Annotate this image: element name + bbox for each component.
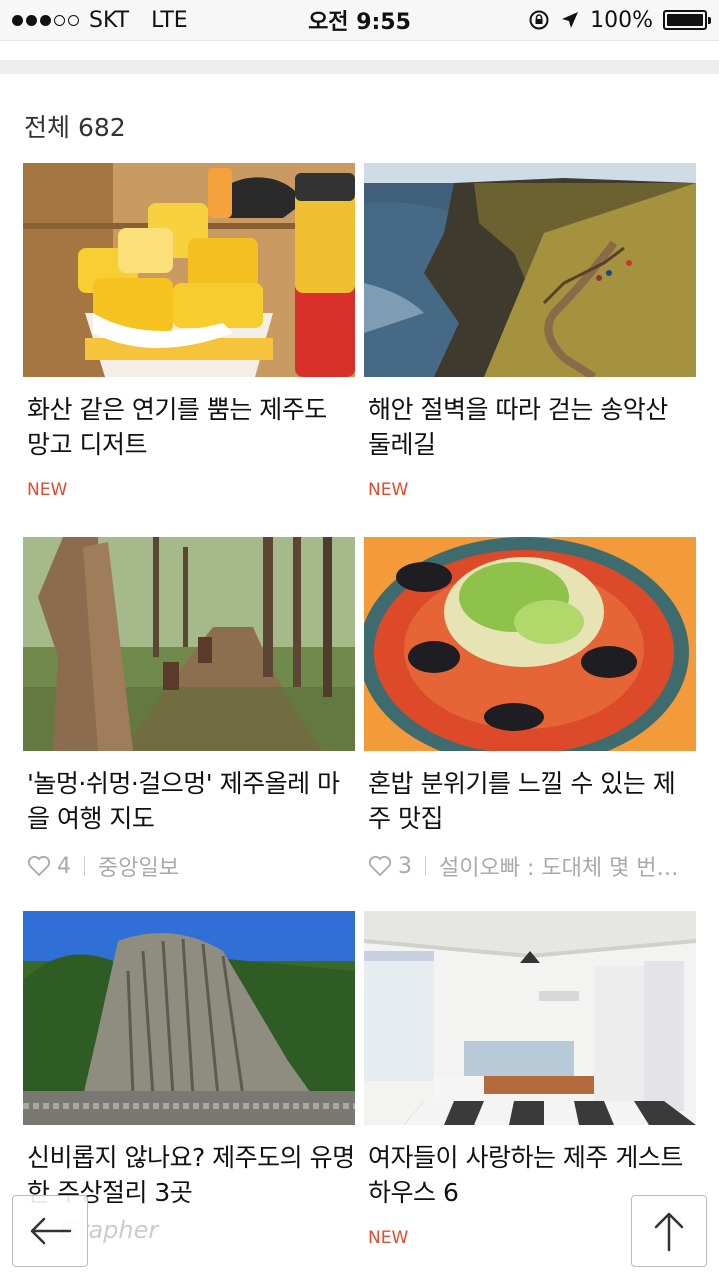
article-title[interactable]: 화산 같은 연기를 뿜는 제주도 망고 디저트: [23, 392, 355, 462]
scroll-top-button[interactable]: [631, 1195, 707, 1267]
signal-dots-icon: [12, 14, 79, 26]
article-thumbnail[interactable]: [364, 163, 696, 377]
article-card[interactable]: '놀멍·쉬멍·걸으멍' 제주올레 마을 여행 지도 4 중앙일보: [23, 537, 355, 882]
scroll-top-icon: [654, 1212, 684, 1252]
article-thumbnail[interactable]: [23, 163, 355, 377]
status-bar: SKT LTE 오전 9:55 100%: [0, 0, 719, 40]
total-count: 전체 682: [24, 113, 126, 142]
battery-percent: 100%: [590, 7, 653, 33]
like-count: 4: [57, 853, 71, 879]
network-type: LTE: [151, 7, 188, 33]
back-arrow-icon: [30, 1217, 72, 1245]
new-badge: NEW: [27, 480, 68, 500]
article-card[interactable]: 해안 절벽을 따라 걷는 송악산 둘레길 NEW: [364, 163, 696, 500]
section-divider: [0, 60, 719, 74]
article-title[interactable]: 해안 절벽을 따라 걷는 송악산 둘레길: [364, 392, 696, 462]
heart-icon[interactable]: [27, 855, 51, 877]
article-meta: 4 중앙일보: [23, 850, 355, 882]
article-source: 설이오빠 : 도대체 몇 번…: [439, 856, 679, 881]
article-thumbnail[interactable]: [23, 537, 355, 751]
article-thumbnail[interactable]: [23, 911, 355, 1125]
article-title[interactable]: 혼밥 분위기를 느낄 수 있는 제주 맛집: [364, 766, 696, 836]
article-thumbnail[interactable]: [364, 911, 696, 1125]
article-thumbnail[interactable]: [364, 537, 696, 751]
article-card[interactable]: 신비롭지 않나요? 제주도의 유명한 주상절리 3곳: [23, 911, 355, 1210]
article-source: 중앙일보: [98, 856, 179, 881]
like-count: 3: [398, 853, 412, 879]
new-badge: NEW: [368, 480, 409, 500]
lock-rotation-icon: [529, 10, 549, 30]
article-title[interactable]: '놀멍·쉬멍·걸으멍' 제주올레 마을 여행 지도: [23, 766, 355, 836]
article-meta: 3 설이오빠 : 도대체 몇 번…: [364, 850, 696, 882]
back-button[interactable]: [12, 1195, 88, 1267]
heart-icon[interactable]: [368, 855, 392, 877]
carrier: SKT: [89, 7, 130, 33]
article-card[interactable]: 혼밥 분위기를 느낄 수 있는 제주 맛집 3 설이오빠 : 도대체 몇 번…: [364, 537, 696, 882]
battery-icon: [663, 10, 711, 30]
article-card[interactable]: 화산 같은 연기를 뿜는 제주도 망고 디저트 NEW: [23, 163, 355, 500]
location-icon: [562, 12, 579, 28]
top-divider: [0, 40, 719, 60]
